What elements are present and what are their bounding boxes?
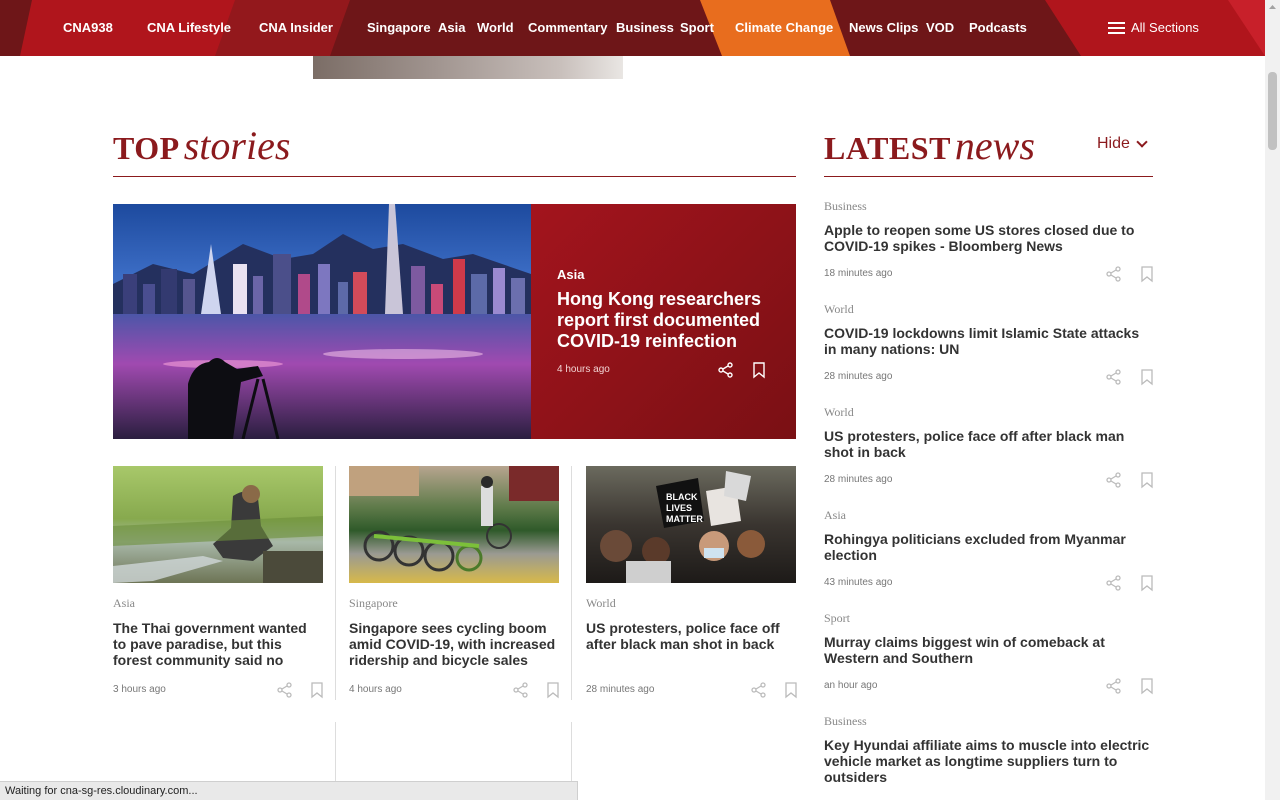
bookmark-icon[interactable]	[750, 361, 768, 379]
share-icon[interactable]	[1105, 471, 1123, 489]
nav-podcasts[interactable]: Podcasts	[969, 0, 1027, 56]
nav-cna938[interactable]: CNA938	[63, 0, 113, 56]
nav-world[interactable]: World	[477, 0, 514, 56]
vertical-scrollbar[interactable]	[1265, 0, 1280, 800]
latest-item-6-title[interactable]: Key Hyundai affiliate aims to muscle int…	[824, 737, 1154, 785]
all-sections-label: All Sections	[1131, 20, 1199, 35]
bookmark-icon[interactable]	[1138, 471, 1156, 489]
lead-story-category[interactable]: Asia	[557, 267, 584, 282]
latest-news-divider	[824, 176, 1153, 177]
nav-cna-insider[interactable]: CNA Insider	[259, 0, 333, 56]
all-sections-button[interactable]: All Sections	[1108, 0, 1199, 56]
card-2-time: 4 hours ago	[349, 684, 402, 695]
latest-item-5-title[interactable]: Murray claims biggest win of comeback at…	[824, 634, 1154, 666]
top-stories-heading-italic: stories	[183, 123, 291, 168]
bookmark-icon[interactable]	[308, 681, 326, 699]
top-stories-divider	[113, 176, 796, 177]
nav-cna-lifestyle[interactable]: CNA Lifestyle	[147, 0, 231, 56]
latest-news-heading: LATEST news	[824, 122, 1035, 169]
card-1-time: 3 hours ago	[113, 684, 166, 695]
lead-story-time: 4 hours ago	[557, 364, 610, 375]
hide-label: Hide	[1097, 135, 1130, 152]
top-stories-heading: TOP stories	[113, 122, 290, 169]
latest-item-1-category[interactable]: Business	[824, 199, 867, 214]
latest-item-5-time: an hour ago	[824, 680, 878, 691]
nav-singapore[interactable]: Singapore	[367, 0, 431, 56]
card-1-category[interactable]: Asia	[113, 596, 135, 611]
scrollbar-thumb[interactable]	[1268, 72, 1277, 150]
svg-text:MATTER: MATTER	[666, 514, 703, 524]
hong-kong-skyline-image	[113, 204, 531, 439]
bookmark-icon[interactable]	[1138, 677, 1156, 695]
latest-item-3-category[interactable]: World	[824, 405, 854, 420]
nav-business[interactable]: Business	[616, 0, 674, 56]
hamburger-menu-icon	[1108, 19, 1125, 37]
latest-item-1-time: 18 minutes ago	[824, 268, 893, 279]
latest-item-4-time: 43 minutes ago	[824, 577, 893, 588]
card-3-title[interactable]: US protesters, police face off after bla…	[586, 620, 796, 652]
nav-sport[interactable]: Sport	[680, 0, 714, 56]
card-1-title[interactable]: The Thai government wanted to pave parad…	[113, 620, 323, 668]
thai-forest-image[interactable]	[113, 466, 323, 583]
share-icon[interactable]	[276, 681, 294, 699]
latest-item-6-category[interactable]: Business	[824, 714, 867, 729]
share-icon[interactable]	[1105, 368, 1123, 386]
latest-news-heading-italic: news	[954, 123, 1035, 168]
latest-item-4-title[interactable]: Rohingya politicians excluded from Myanm…	[824, 531, 1154, 563]
share-icon[interactable]	[1105, 574, 1123, 592]
svg-text:BLACK: BLACK	[666, 492, 698, 502]
nav-climate-change[interactable]: Climate Change	[735, 0, 833, 56]
share-icon[interactable]	[1105, 677, 1123, 695]
protest-image[interactable]: BLACK LIVES MATTER	[586, 466, 796, 583]
svg-text:LIVES: LIVES	[666, 503, 692, 513]
nav-asia[interactable]: Asia	[438, 0, 465, 56]
latest-item-3-title[interactable]: US protesters, police face off after bla…	[824, 428, 1154, 460]
share-icon[interactable]	[1105, 265, 1123, 283]
lead-story-panel[interactable]: Asia Hong Kong researchers report first …	[531, 204, 796, 439]
bookmark-icon[interactable]	[1138, 265, 1156, 283]
lead-story-title[interactable]: Hong Kong researchers report first docum…	[557, 289, 777, 352]
top-navigation: CNA938 CNA Lifestyle CNA Insider Singapo…	[0, 0, 1265, 56]
share-icon[interactable]	[717, 361, 735, 379]
card-2-title[interactable]: Singapore sees cycling boom amid COVID-1…	[349, 620, 559, 668]
nav-vod[interactable]: VOD	[926, 0, 954, 56]
latest-item-2-time: 28 minutes ago	[824, 371, 893, 382]
card-2-category[interactable]: Singapore	[349, 596, 398, 611]
share-icon[interactable]	[512, 681, 530, 699]
latest-item-4-category[interactable]: Asia	[824, 508, 846, 523]
browser-status-bar: Waiting for cna-sg-res.cloudinary.com...	[0, 781, 578, 800]
top-stories-heading-bold: TOP	[113, 130, 180, 166]
bookmark-icon[interactable]	[782, 681, 800, 699]
bookmark-icon[interactable]	[1138, 368, 1156, 386]
latest-item-2-title[interactable]: COVID-19 lockdowns limit Islamic State a…	[824, 325, 1154, 357]
chevron-down-icon	[1136, 136, 1148, 148]
previous-article-image[interactable]	[313, 56, 623, 79]
latest-news-heading-bold: LATEST	[824, 130, 951, 166]
latest-item-3-time: 28 minutes ago	[824, 474, 893, 485]
share-icon[interactable]	[750, 681, 768, 699]
nav-commentary[interactable]: Commentary	[528, 0, 607, 56]
scroll-up-arrow-icon[interactable]	[1265, 0, 1280, 15]
latest-item-1-title[interactable]: Apple to reopen some US stores closed du…	[824, 222, 1154, 254]
bookmark-icon[interactable]	[544, 681, 562, 699]
nav-news-clips[interactable]: News Clips	[849, 0, 918, 56]
cycling-image[interactable]	[349, 466, 559, 583]
latest-item-2-category[interactable]: World	[824, 302, 854, 317]
latest-item-5-category[interactable]: Sport	[824, 611, 850, 626]
hide-latest-news-button[interactable]: Hide	[1097, 135, 1148, 153]
bookmark-icon[interactable]	[1138, 574, 1156, 592]
card-3-category[interactable]: World	[586, 596, 616, 611]
card-3-time: 28 minutes ago	[586, 684, 655, 695]
lead-story-image[interactable]	[113, 204, 531, 439]
